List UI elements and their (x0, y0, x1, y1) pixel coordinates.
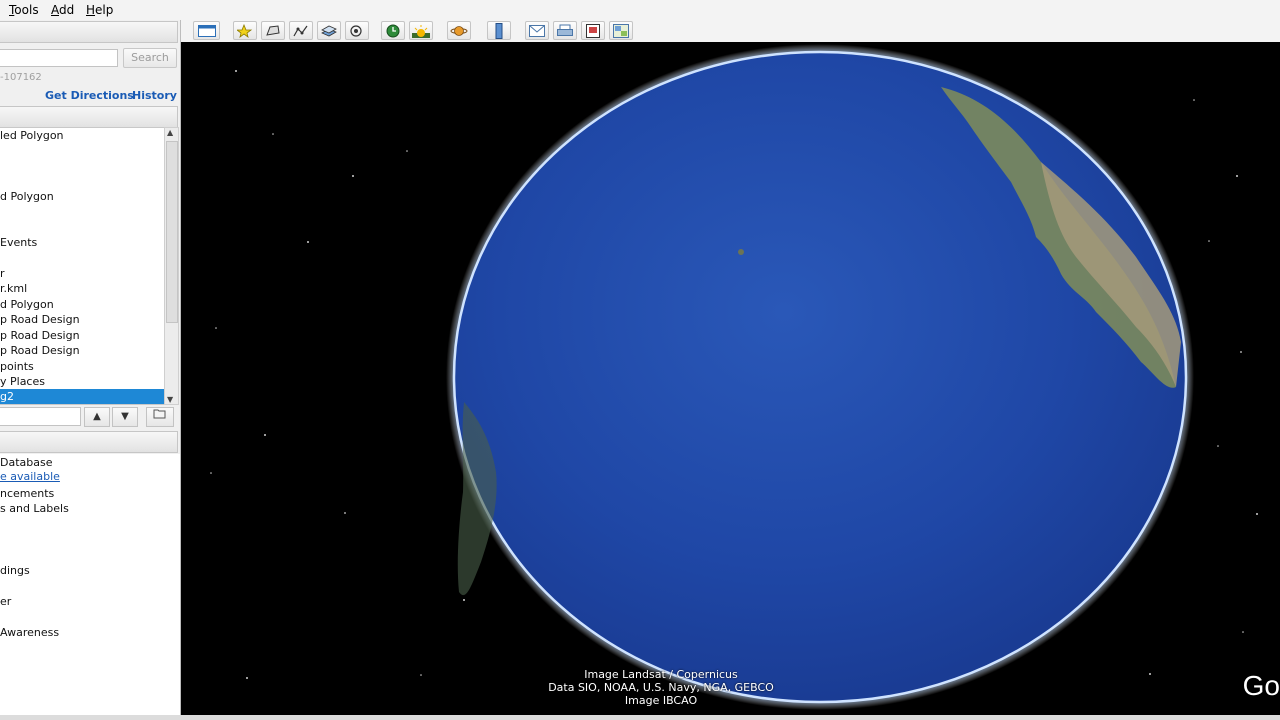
places-list: led Polygon d Polygon Events r r.kml d P… (0, 127, 165, 405)
attribution-line-1: Image Landsat / Copernicus (584, 668, 738, 681)
hawaii-islands (738, 249, 744, 255)
record-tour-icon (350, 24, 362, 37)
view-in-maps-button[interactable] (609, 21, 633, 40)
sunlight-icon (412, 24, 430, 38)
historical-imagery-button[interactable] (381, 21, 405, 40)
layer-item[interactable]: er (0, 595, 11, 608)
list-item-selected[interactable]: g2 (0, 389, 164, 404)
layer-item[interactable]: Database (0, 456, 53, 469)
folder-icon (153, 409, 166, 419)
list-item[interactable]: Events (0, 235, 164, 250)
ruler-icon (495, 22, 503, 39)
places-filter-input[interactable] (0, 407, 81, 426)
save-image-button[interactable] (581, 21, 605, 40)
ruler-button[interactable] (487, 21, 511, 40)
list-item[interactable]: y Places (0, 374, 164, 389)
layer-item[interactable]: ncements (0, 487, 54, 500)
sunlight-button[interactable] (409, 21, 433, 40)
print-icon (557, 24, 573, 36)
globe-ocean (452, 50, 1188, 704)
menu-add[interactable]: Add (51, 3, 74, 17)
scroll-down-icon[interactable]: ▼ (167, 395, 173, 404)
print-button[interactable] (553, 21, 577, 40)
layers-list: Database e available ncements s and Labe… (0, 454, 180, 720)
path-icon (293, 25, 308, 36)
email-icon (529, 24, 545, 37)
list-item[interactable]: d Polygon (0, 189, 164, 204)
search-button[interactable]: Search (123, 48, 177, 68)
sidebar-toggle-button[interactable] (193, 21, 220, 40)
search-coords: -107162 (0, 72, 42, 83)
add-folder-button[interactable] (146, 407, 174, 427)
sidebar: Search -107162 Get Directions History le… (0, 20, 181, 720)
view-in-maps-icon (613, 23, 629, 38)
arrow-up-icon: ▲ (93, 411, 101, 422)
search-input[interactable] (0, 49, 118, 67)
history-link[interactable]: History (132, 89, 177, 102)
menu-bar: Tools Add Help (0, 0, 1280, 21)
placemark-icon (237, 23, 253, 38)
search-panel-header[interactable] (0, 21, 178, 43)
layer-item[interactable]: Awareness (0, 626, 59, 639)
scroll-up-icon[interactable]: ▲ (167, 128, 173, 137)
add-polygon-button[interactable] (261, 21, 285, 40)
sidebar-icon (197, 24, 216, 37)
layers-panel-header[interactable] (0, 431, 178, 453)
earth-globe[interactable] (181, 42, 1280, 715)
attribution-line-3: Image IBCAO (624, 694, 698, 707)
move-down-button[interactable]: ▼ (112, 407, 138, 427)
scroll-thumb[interactable] (166, 141, 178, 323)
list-item[interactable]: d Polygon (0, 297, 164, 312)
menu-tools[interactable]: Tools (9, 3, 39, 17)
list-item[interactable]: r.kml (0, 281, 164, 296)
attribution-line-2: Data SIO, NOAA, U.S. Navy, NGA, GEBCO (548, 681, 774, 694)
list-item[interactable]: p Road Design (0, 343, 164, 358)
places-panel-header[interactable] (0, 106, 178, 128)
add-image-overlay-button[interactable] (317, 21, 341, 40)
layer-item[interactable]: s and Labels (0, 502, 69, 515)
toolbar (181, 20, 1280, 43)
status-bar (0, 715, 1280, 720)
planets-icon (450, 25, 468, 36)
get-directions-link[interactable]: Get Directions (45, 89, 134, 102)
menu-help[interactable]: Help (86, 3, 113, 17)
list-item[interactable]: points (0, 359, 164, 374)
historical-imagery-icon (386, 24, 400, 37)
google-logo: Go (1242, 670, 1280, 701)
layer-update-link[interactable]: e available (0, 470, 60, 483)
places-scrollbar[interactable]: ▲ ▼ (164, 127, 179, 405)
image-overlay-icon (321, 25, 337, 36)
add-placemark-button[interactable] (233, 21, 257, 40)
list-item[interactable]: led Polygon (0, 128, 164, 143)
list-item[interactable]: p Road Design (0, 312, 164, 327)
layer-item[interactable]: dings (0, 564, 30, 577)
record-tour-button[interactable] (345, 21, 369, 40)
planets-button[interactable] (447, 21, 471, 40)
email-button[interactable] (525, 21, 549, 40)
save-image-icon (586, 23, 600, 38)
list-item[interactable]: r (0, 266, 164, 281)
3d-viewer[interactable]: Image Landsat / Copernicus Data SIO, NOA… (181, 42, 1280, 715)
add-path-button[interactable] (289, 21, 313, 40)
move-up-button[interactable]: ▲ (84, 407, 110, 427)
polygon-icon (266, 24, 280, 36)
arrow-down-icon: ▼ (121, 411, 129, 422)
list-item[interactable]: p Road Design (0, 328, 164, 343)
